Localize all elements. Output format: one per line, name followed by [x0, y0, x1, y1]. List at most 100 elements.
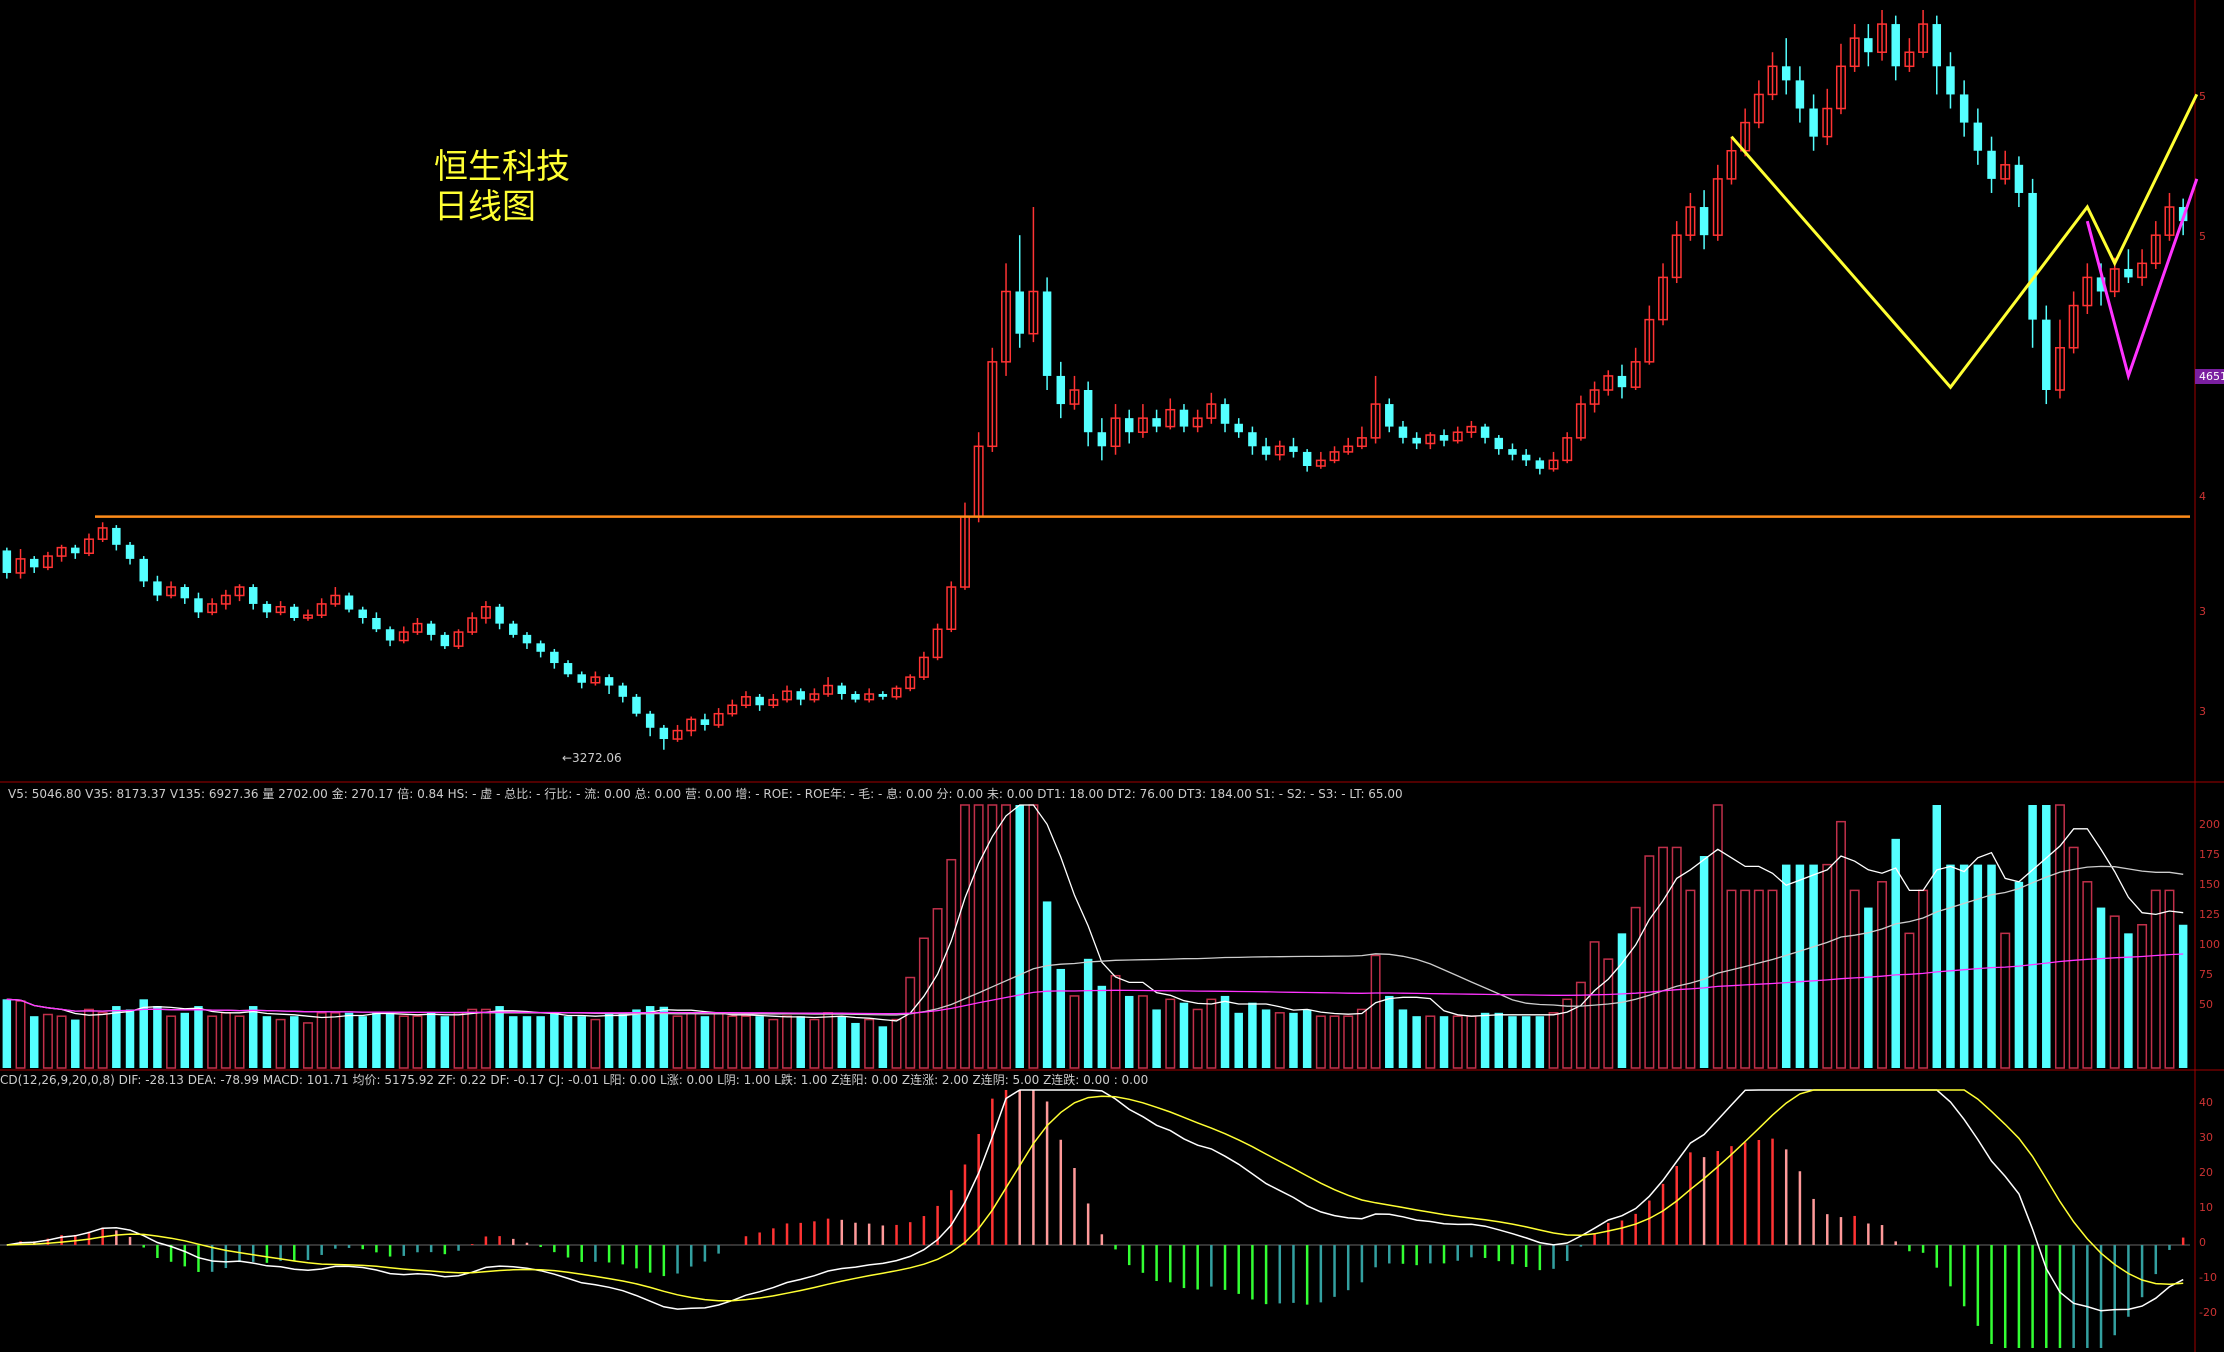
volume-bar-up: [1822, 863, 1833, 1069]
volume-bar-down: [344, 1012, 354, 1068]
volume-header: V5: 5046.80 V35: 8173.37 V135: 6927.36 量…: [8, 786, 1403, 801]
volume-bar-up: [1315, 1015, 1326, 1069]
volume-bar-up: [782, 1015, 793, 1069]
candle-body-down: [1494, 437, 1504, 450]
candle-body-down: [1987, 150, 1996, 179]
candle-body-down: [262, 603, 272, 613]
volume-bar-up: [768, 1018, 779, 1069]
volume-bar-up: [412, 1015, 423, 1069]
volume-bar-up: [398, 1015, 409, 1069]
volume-bar-up: [2150, 889, 2161, 1069]
volume-bar-down: [1385, 995, 1394, 1068]
volume-bar-down: [1042, 901, 1052, 1068]
price-axis-tick: 5: [2199, 230, 2206, 243]
macd-axis-tick: 20: [2199, 1166, 2213, 1179]
macd-header: CD(12,26,9,20,0,8) DIF: -28.13 DEA: -78.…: [0, 1072, 1148, 1087]
volume-bar-up: [1466, 1015, 1477, 1069]
volume-bar-up: [590, 1018, 601, 1069]
volume-bar-up: [1329, 1015, 1340, 1069]
volume-axis-tick: 200: [2199, 818, 2220, 831]
candle-body-down: [153, 581, 162, 596]
volume-bar-up: [959, 804, 970, 1069]
volume-bar-down: [495, 1006, 504, 1068]
volume-bar-up: [1110, 974, 1121, 1069]
volume-bar-up: [987, 804, 998, 1069]
candle-body-down: [1261, 446, 1271, 455]
volume-bar-up: [932, 908, 943, 1069]
macd-axis-tick: 10: [2199, 1201, 2213, 1214]
volume-bar-down: [878, 1026, 888, 1068]
candle-body-down: [604, 677, 614, 686]
volume-bar-down: [2014, 881, 2024, 1068]
volume-bar-down: [522, 1016, 532, 1068]
volume-bar-up: [15, 1000, 26, 1069]
wave-line-yellow: [1730, 93, 2199, 390]
candle-body-down: [248, 587, 258, 604]
volume-bar-down: [1535, 1016, 1545, 1068]
candle-body-down: [194, 598, 203, 613]
volume-bar-down: [1617, 933, 1627, 1068]
volume-axis-tick: 100: [2199, 938, 2220, 951]
volume-panel: 200 175 150 125 100 75 50: [0, 804, 2224, 1071]
candle-body-down: [2, 550, 12, 573]
volume-bar-down: [153, 1006, 162, 1068]
macd-axis-tick: -10: [2199, 1271, 2217, 1284]
volume-bar-up: [207, 1015, 218, 1069]
volume-bar-up: [973, 804, 984, 1069]
candle-body-down: [1521, 454, 1531, 461]
volume-bar-up: [302, 1022, 313, 1069]
stock-chart[interactable]: 554651433 2001751501251007550 403020100-…: [0, 0, 2224, 1352]
volume-bar-up: [1356, 1008, 1367, 1069]
volume-bar-down: [29, 1016, 39, 1068]
candle-body-down: [290, 606, 299, 618]
volume-bar-up: [1343, 1015, 1354, 1069]
candle-body-down: [1015, 291, 1024, 334]
volume-bar-up: [1712, 804, 1723, 1069]
volume-bar-up: [740, 1015, 751, 1069]
volume-bar-up: [1630, 906, 1641, 1069]
volume-bar-down: [1480, 1012, 1490, 1068]
volume-bar-down: [1699, 856, 1709, 1068]
volume-bar-down: [1152, 1009, 1161, 1068]
candle-body-down: [2042, 319, 2051, 390]
candle-body-down: [618, 685, 628, 697]
volume-ma5: [6, 804, 2184, 1022]
candle-body-down: [1398, 426, 1408, 438]
volume-bar-down: [290, 1016, 299, 1068]
volume-bar-down: [180, 1012, 190, 1068]
volume-bar-up: [823, 1012, 834, 1069]
volume-bar-down: [71, 1019, 80, 1068]
volume-bar-up: [1001, 804, 1012, 1069]
candle-body-down: [1699, 207, 1709, 236]
candle-body-down: [385, 629, 395, 641]
volume-bar-up: [1028, 804, 1039, 1069]
volume-bar-down: [851, 1022, 860, 1068]
volume-bar-up: [330, 1012, 341, 1069]
volume-bar-up: [1274, 1012, 1285, 1069]
volume-bar-up: [1726, 889, 1737, 1069]
volume-bar-down: [1398, 1009, 1408, 1068]
candle-body-down: [1946, 66, 1955, 95]
volume-bar-up: [713, 1012, 724, 1069]
volume-bar-up: [234, 1015, 245, 1069]
candle-body-down: [1864, 38, 1873, 53]
volume-bar-up: [727, 1015, 738, 1069]
macd-axis-tick: 40: [2199, 1096, 2213, 1109]
macd-panel: 40 30 20 10 0 -10 -20: [0, 1089, 2217, 1348]
candle-body-down: [2014, 164, 2024, 193]
candle-body-down: [632, 696, 641, 714]
candle-body-down: [1781, 66, 1791, 81]
volume-bar-down: [1097, 985, 1107, 1068]
macd-dif-line: [6, 1089, 2184, 1312]
volume-bar-down: [755, 1016, 764, 1068]
candle-body-down: [1152, 418, 1161, 427]
candle-body-down: [1234, 423, 1243, 433]
candle-body-down: [372, 618, 381, 630]
candle-body-down: [851, 694, 860, 700]
volume-bar-down: [2096, 907, 2106, 1068]
volume-bar-down: [385, 1012, 395, 1068]
volume-bar-up: [2068, 846, 2079, 1069]
volume-bar-down: [1946, 864, 1955, 1068]
volume-bar-down: [1439, 1016, 1449, 1068]
volume-bar-up: [2109, 915, 2120, 1069]
